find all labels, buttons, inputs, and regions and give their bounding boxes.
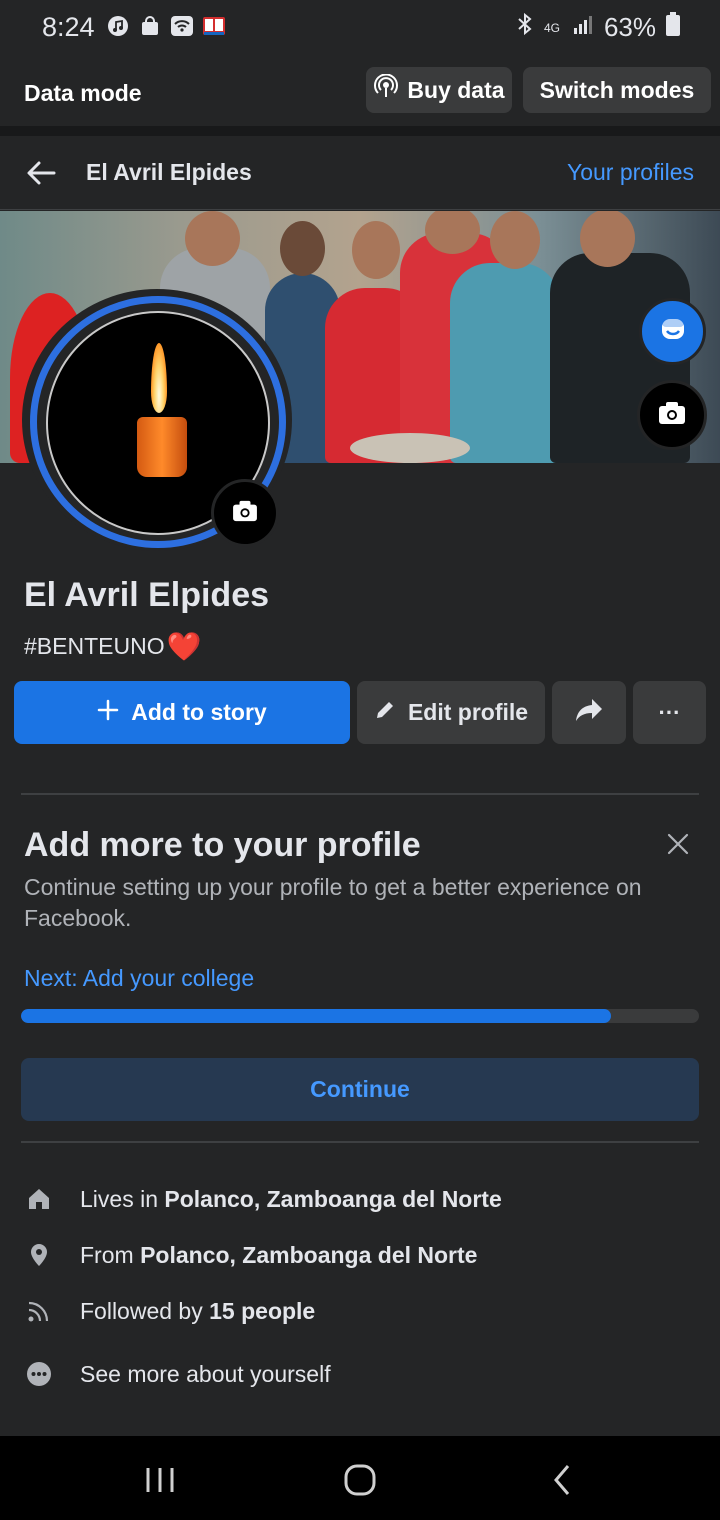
continue-button[interactable]: Continue [21,1058,699,1121]
book-app-icon [202,14,226,38]
more-options-button[interactable]: ··· [633,681,706,744]
share-arrow-icon [574,697,604,729]
continue-label: Continue [310,1076,410,1102]
recent-apps-icon[interactable] [140,1460,180,1500]
completion-card-title: Add more to your profile [24,826,421,864]
battery-percent: 63% [603,12,656,42]
detail-text: From Polanco, Zamboanga del Norte [80,1242,478,1268]
notification-icons [106,14,226,38]
back-arrow-icon[interactable] [24,156,58,190]
plus-icon [97,699,119,727]
buy-data-button[interactable]: Buy data [366,67,512,113]
edit-profile-button[interactable]: Edit profile [357,681,545,744]
share-button[interactable] [552,681,626,744]
profile-bio: #BENTEUNO ❤️ [24,630,201,663]
add-to-story-button[interactable]: Add to story [14,681,350,744]
detail-text: See more about yourself [80,1361,331,1387]
more-dots-label: ··· [658,699,681,725]
see-more-about-link[interactable]: See more about yourself [0,1355,720,1395]
bluetooth-icon [516,12,534,43]
avatar-face-icon [658,314,688,349]
status-bar: 8:24 4G 63% [0,0,720,56]
divider [21,1141,699,1143]
candle-flame [151,343,167,413]
broadcast-icon [373,73,399,106]
music-icon [106,14,130,38]
divider [21,793,699,795]
detail-text: Followed by 15 people [80,1298,316,1324]
section-divider [0,126,720,136]
status-right: 4G 63% [516,12,680,43]
profile-camera-button[interactable] [211,479,279,547]
camera-icon [658,401,686,430]
status-time: 8:24 [42,12,95,42]
camera-icon [232,500,258,527]
completion-card-description: Continue setting up your profile to get … [24,874,642,931]
switch-modes-button[interactable]: Switch modes [523,67,711,113]
pencil-icon [374,699,396,727]
header-name: El Avril Elpides [86,159,252,185]
profile-name: El Avril Elpides [24,576,270,614]
data-mode-title: Data mode [24,80,142,106]
location-pin-icon [26,1242,52,1268]
network-type: 4G [543,20,560,35]
home-button-icon[interactable] [340,1460,380,1500]
profile-progress-bar [21,1009,699,1023]
shopping-bag-icon [138,14,162,38]
battery-icon [666,12,680,43]
detail-text: Lives in Polanco, Zamboanga del Norte [80,1186,502,1212]
detail-followers[interactable]: Followed by 15 people [0,1292,720,1332]
candle [137,417,187,477]
your-profiles-link[interactable]: Your profiles [567,159,694,186]
buy-data-label: Buy data [407,76,505,103]
rss-followers-icon [26,1298,52,1324]
bio-text: #BENTEUNO [24,633,165,659]
data-mode-bar: Data mode Buy data Switch modes [0,56,720,126]
add-to-story-label: Add to story [131,699,267,725]
detail-from: From Polanco, Zamboanga del Norte [0,1236,720,1276]
cover-camera-button[interactable] [637,380,707,450]
home-icon [26,1186,52,1212]
signal-icon [572,12,594,43]
close-icon[interactable] [664,830,692,858]
wifi-icon [170,14,194,38]
progress-fill [21,1009,611,1023]
edit-profile-label: Edit profile [407,699,529,725]
avatar-button[interactable] [639,298,706,365]
next-step-link[interactable]: Next: Add your college [24,965,254,992]
system-nav-bar [0,1436,720,1520]
more-dots-icon [26,1361,52,1387]
heart-emoji: ❤️ [166,631,202,662]
back-nav-icon[interactable] [544,1460,584,1500]
profile-header: El Avril Elpides Your profiles [0,136,720,210]
switch-modes-label: Switch modes [539,76,695,103]
detail-lives-in: Lives in Polanco, Zamboanga del Norte [0,1180,720,1220]
